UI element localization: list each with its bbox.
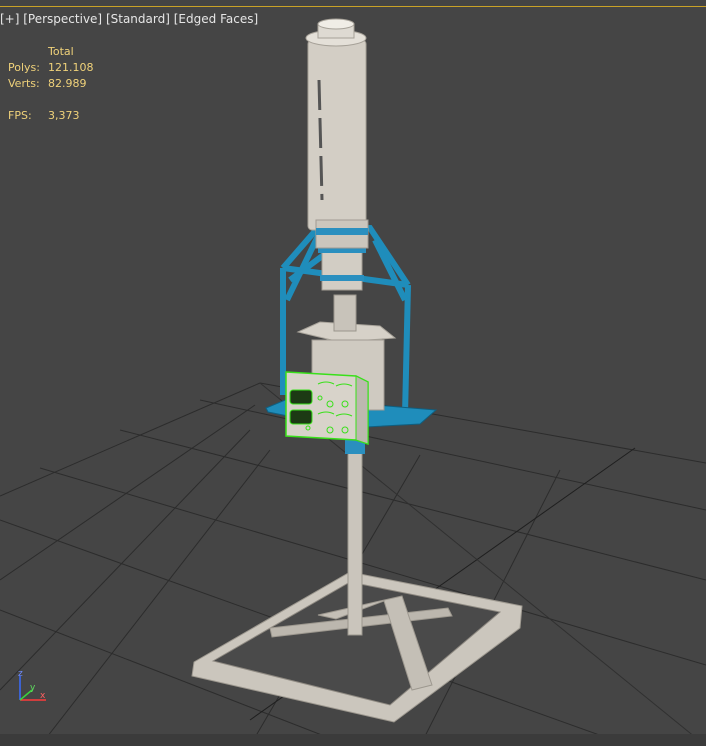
control-panel[interactable] bbox=[285, 371, 369, 446]
motor-cylinder[interactable] bbox=[305, 18, 369, 249]
viewport-bottom-edge bbox=[0, 734, 706, 746]
viewport-label-menu: [+] [Perspective] [Standard] [Edged Face… bbox=[0, 12, 258, 26]
verts-label: Verts: bbox=[8, 77, 40, 90]
viewport-pov-menu[interactable]: [Perspective] bbox=[23, 12, 102, 26]
verts-value: 82.989 bbox=[48, 77, 87, 90]
perspective-viewport[interactable]: z x y [+] [Perspective] [Standard] [Edge… bbox=[0, 0, 706, 746]
fps-value: 3,373 bbox=[48, 109, 80, 122]
axis-z-label: z bbox=[18, 669, 23, 679]
viewport-general-menu[interactable]: [+] bbox=[0, 12, 19, 26]
polys-value: 121.108 bbox=[48, 61, 94, 74]
polys-label: Polys: bbox=[8, 61, 40, 74]
viewport-shading-menu[interactable]: [Standard] bbox=[106, 12, 170, 26]
axis-y-label: y bbox=[30, 683, 36, 693]
viewport-scene[interactable]: z x y bbox=[0, 0, 706, 746]
stats-header: Total bbox=[48, 45, 74, 58]
axis-x-label: x bbox=[40, 691, 46, 701]
axis-gizmo: z x y bbox=[18, 669, 46, 701]
viewport-display-menu[interactable]: [Edged Faces] bbox=[174, 12, 258, 26]
viewport-statistics: Total Polys: 121.108 Verts: 82.989 FPS: … bbox=[8, 44, 94, 124]
support-pole[interactable] bbox=[345, 440, 365, 636]
fps-label: FPS: bbox=[8, 109, 32, 122]
